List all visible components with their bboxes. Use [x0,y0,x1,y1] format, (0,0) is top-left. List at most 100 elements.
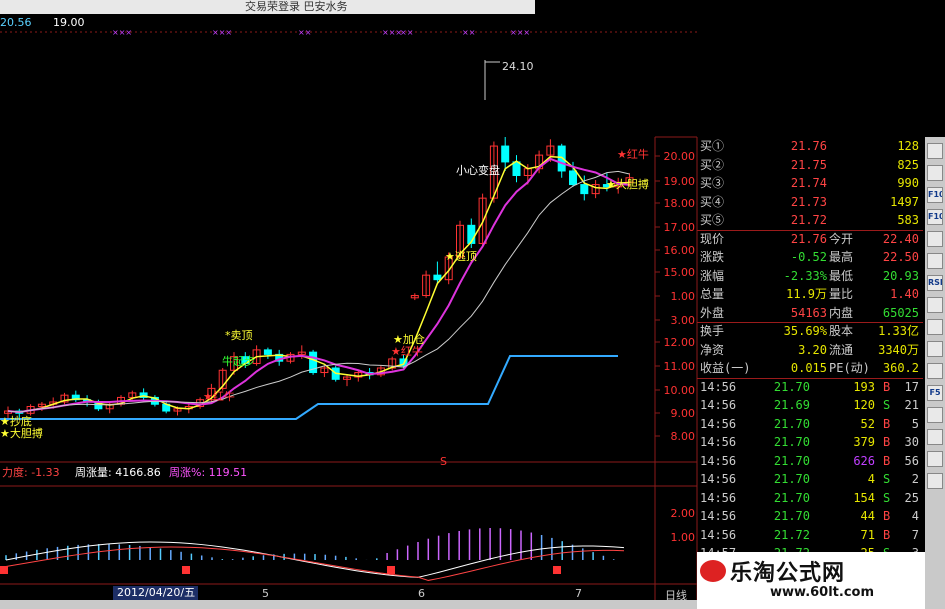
header-marker: ×× [298,28,311,37]
quote-panel: 买① 21.76 128 买② 21.75 825 买③ 21.74 990 买④ 21.73 149… [697,137,923,609]
stat-label: 净资 [700,342,725,357]
f5-button[interactable]: F5 [927,385,943,401]
ma-line-mid [7,157,630,414]
tick-volume: 52 [860,416,875,431]
candle-body [580,184,589,195]
chart-annotation: 牛起步 [222,354,255,368]
tick-count: 17 [904,379,919,394]
stat-row: 收益(一) 0.015 PE(动) 360.2 [697,359,923,378]
zoom-in-icon[interactable] [927,319,943,335]
tick-side: S [883,490,891,505]
header-marker: ×× [400,28,413,37]
macd-tick-label: 1.00 [671,531,696,544]
tick-price: 21.72 [773,527,810,542]
tick-time: 14:56 [700,416,737,431]
y-tick-label: 19.00 [664,175,696,188]
stat-label: 今开 [829,231,854,246]
month-label: 7 [575,587,582,600]
tick-row: 14:56 21.69 120 S 21 [697,396,923,415]
bid-price: 21.75 [790,157,827,172]
chart-annotation: ★大胆搏 [0,426,43,440]
cost-line [0,355,618,420]
stat-value: 54163 [790,305,827,320]
stat-label: 量比 [829,287,854,301]
f10-button[interactable]: F10 [927,209,943,225]
chart-annotation: ★抄底 [0,414,32,428]
signal-marker [182,566,190,574]
header-marker: ××× [510,28,530,37]
bid-label: 买⑤ [700,213,725,227]
chart-icon[interactable] [927,165,943,181]
stat-value: 21.76 [790,231,827,246]
tick-volume: 154 [853,490,875,505]
check-icon[interactable] [927,429,943,445]
book-icon[interactable] [927,451,943,467]
indicator-legend-item: 周涨量: 4166.86 [75,466,161,479]
tick-count: 56 [904,453,919,468]
tick-row: 14:56 21.70 44 B 4 [697,507,923,526]
tick-side: B [883,379,891,394]
bid-row: 买④ 21.73 1497 [697,193,923,212]
chart-annotation: S [440,455,447,468]
date-label: 2012/04/20/五 [113,586,198,600]
stat-label: 收益(一) [700,361,751,375]
f10-button[interactable]: F10 [927,187,943,203]
chart2-icon[interactable] [927,407,943,423]
edit-icon[interactable] [927,363,943,379]
tick-volume: 44 [860,509,875,523]
watermark-title: 乐淘公式网 [730,561,846,586]
y-tick-label: 9.00 [671,407,696,420]
stat-row: 总量 11.9万 量比 1.40 [697,285,923,304]
tick-volume: 626 [853,453,875,468]
indicator-legend-item: 力度: -1.33 [2,465,60,479]
stat-label: 外盘 [700,305,725,320]
stat-value: 0.015 [790,361,827,375]
y-tick-label: 12.00 [664,336,696,349]
y-tick-label: 8.00 [671,430,696,443]
zoom-out-icon[interactable] [927,341,943,357]
month-label: 6 [418,587,425,600]
stat-label: 总量 [700,287,725,301]
arrow-icon[interactable] [927,297,943,313]
chart-annotation: ★大胆搏 [606,177,649,191]
stat-value: 65025 [882,305,919,320]
chart-annotation: *卖顶 [225,329,253,342]
tick-volume: 4 [867,472,875,486]
chart-annotation: ★逃顶 [445,250,477,263]
list-icon[interactable] [927,231,943,247]
stat-label: 换手 [700,324,725,338]
tick-time: 14:56 [700,527,737,542]
stat-label: 涨幅 [700,268,725,283]
tick-time: 14:56 [700,490,737,505]
tick-row: 14:56 21.70 193 B 17 [697,378,923,397]
tick-row: 14:56 21.70 4 S 2 [697,470,923,489]
bid-volume: 128 [897,139,919,153]
stat-value: 3340万 [878,342,919,357]
stat-label: 流通 [829,342,854,357]
tick-time: 14:56 [700,509,737,523]
stat-value: 1.40 [890,287,919,301]
ma-line-short [7,155,630,413]
rsi-button[interactable]: RSI [927,275,943,291]
zoom-icon[interactable] [927,253,943,269]
candle-body [263,349,272,355]
bid-row: 买② 21.75 825 [697,156,923,175]
y-tick-label: 1.00 [671,290,696,303]
signal-marker [387,566,395,574]
bid-volume: 583 [897,213,919,227]
signal-marker [553,566,561,574]
stat-label: 最低 [829,268,854,283]
tick-volume: 71 [860,527,875,542]
stat-value: 11.9万 [786,287,827,301]
tick-row: 14:56 21.70 52 B 5 [697,415,923,434]
tick-time: 14:56 [700,435,737,449]
macd-tick-label: 2.00 [671,507,696,520]
y-tick-label: 15.00 [664,266,696,279]
tick-row: 14:56 21.70 379 B 30 [697,433,923,452]
tick-time: 14:56 [700,379,737,394]
grid-icon[interactable] [927,143,943,159]
indicator-tab-bar[interactable] [0,600,697,609]
y-tick-label: 17.00 [664,221,696,234]
help-icon[interactable] [927,473,943,489]
tick-side: S [883,472,891,486]
